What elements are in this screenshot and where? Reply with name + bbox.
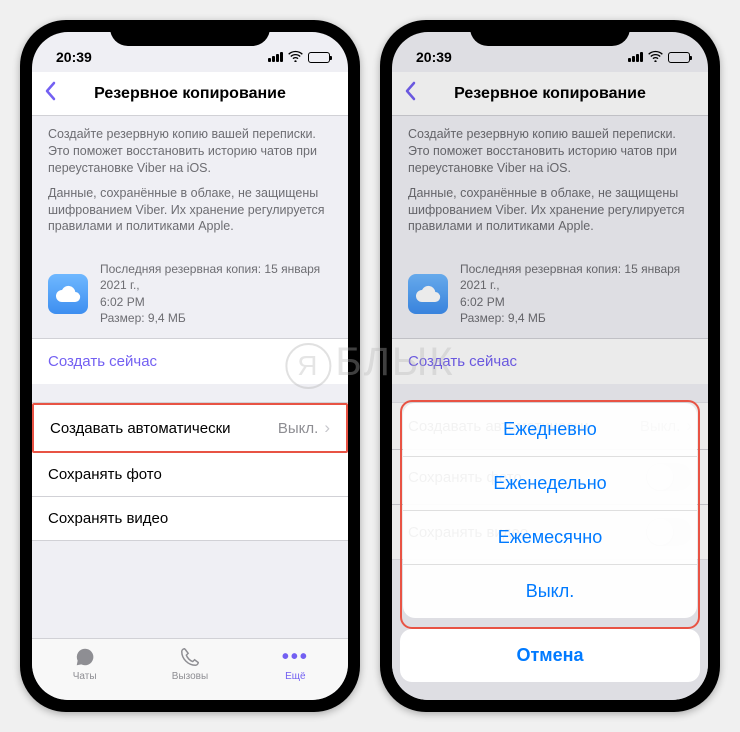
status-time: 20:39 [416,49,452,65]
frequency-options: Ежедневно Еженедельно Ежемесячно Выкл. [403,403,697,618]
cellular-icon [628,52,643,62]
screen-left: 20:39 Резервное копирование Создайте рез… [32,32,348,700]
create-now-button[interactable]: Создать сейчас [392,338,708,384]
backup-info-text: Последняя резервная копия: 15 января 202… [460,261,692,326]
cellular-icon [268,52,283,62]
status-indicators [628,49,690,65]
page-title: Резервное копирование [454,85,646,103]
cloud-icon [48,274,88,314]
nav-bar: Резервное копирование [32,72,348,116]
screen-right: 20:39 Резервное копирование Создайте рез… [392,32,708,700]
tab-bar: Чаты Вызовы ••• Ещё [32,638,348,700]
tab-more[interactable]: ••• Ещё [243,639,348,700]
intro-p1: Создайте резервную копию вашей переписки… [408,126,692,177]
option-off[interactable]: Выкл. [403,565,697,618]
sheet-highlight: Ежедневно Еженедельно Ежемесячно Выкл. [400,400,700,629]
tab-chats[interactable]: Чаты [32,639,137,700]
notch [110,20,270,46]
create-now-button[interactable]: Создать сейчас [32,338,348,384]
save-video-label: Сохранять видео [48,510,168,527]
status-time: 20:39 [56,49,92,65]
save-photo-label: Сохранять фото [48,466,162,483]
backup-info-row: Последняя резервная копия: 15 января 202… [32,249,348,338]
phone-left: 20:39 Резервное копирование Создайте рез… [20,20,360,712]
save-video-cell[interactable]: Сохранять видео [32,497,348,540]
cloud-icon [408,274,448,314]
option-daily[interactable]: Ежедневно [403,403,697,457]
auto-backup-cell[interactable]: Создавать автоматически Выкл. › [32,403,348,453]
status-indicators [268,49,330,65]
action-sheet: Ежедневно Еженедельно Ежемесячно Выкл. О… [392,394,708,700]
back-button[interactable] [44,81,56,107]
notch [470,20,630,46]
page-title: Резервное копирование [94,85,286,103]
settings-group: Создавать автоматически Выкл. › Сохранят… [32,402,348,541]
backup-info-row: Последняя резервная копия: 15 января 202… [392,249,708,338]
battery-icon [308,52,330,63]
nav-bar: Резервное копирование [392,72,708,116]
tab-calls[interactable]: Вызовы [137,639,242,700]
wifi-icon [648,49,663,65]
auto-backup-value: Выкл. [278,420,318,437]
intro-p2: Данные, сохранённые в облаке, не защищен… [48,185,332,236]
content: Создайте резервную копию вашей переписки… [32,116,348,650]
intro-text: Создайте резервную копию вашей переписки… [392,116,708,249]
save-photo-cell[interactable]: Сохранять фото [32,453,348,497]
wifi-icon [288,49,303,65]
auto-backup-label: Создавать автоматически [50,420,231,437]
phone-icon [179,645,201,669]
intro-text: Создайте резервную копию вашей переписки… [32,116,348,249]
more-icon: ••• [282,645,309,669]
chat-icon [74,645,96,669]
battery-icon [668,52,690,63]
intro-p1: Создайте резервную копию вашей переписки… [48,126,332,177]
backup-info-text: Последняя резервная копия: 15 января 202… [100,261,332,326]
intro-p2: Данные, сохранённые в облаке, не защищен… [408,185,692,236]
chevron-right-icon: › [324,418,330,438]
cancel-button[interactable]: Отмена [400,629,700,682]
option-monthly[interactable]: Ежемесячно [403,511,697,565]
phone-right: 20:39 Резервное копирование Создайте рез… [380,20,720,712]
option-weekly[interactable]: Еженедельно [403,457,697,511]
back-button[interactable] [404,81,416,107]
